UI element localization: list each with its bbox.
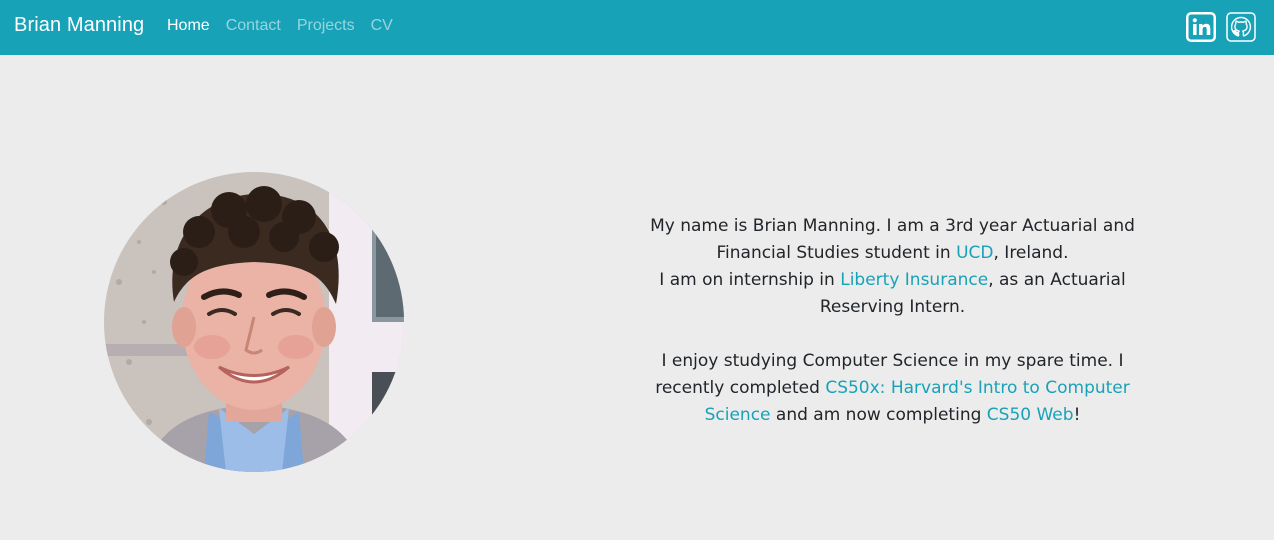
bio-text: , Ireland. <box>993 243 1069 263</box>
bio-paragraph-1: My name is Brian Manning. I am a 3rd yea… <box>630 213 1155 321</box>
bio-paragraph-2: I enjoy studying Computer Science in my … <box>630 348 1155 429</box>
cs50-web-link[interactable]: CS50 Web <box>987 405 1074 425</box>
bio-text: and am now completing <box>770 405 987 425</box>
nav-link-contact[interactable]: Contact <box>226 17 281 35</box>
linkedin-icon[interactable] <box>1186 12 1216 42</box>
nav-links: Home Contact Projects CV <box>167 17 393 35</box>
ucd-link[interactable]: UCD <box>956 243 993 263</box>
bio-text: ! <box>1073 405 1081 425</box>
profile-photo <box>104 172 404 472</box>
bio-section: My name is Brian Manning. I am a 3rd yea… <box>630 213 1155 429</box>
social-links <box>1186 12 1256 42</box>
github-icon[interactable] <box>1226 12 1256 42</box>
nav-link-projects[interactable]: Projects <box>297 17 355 35</box>
bio-text: I am on internship in <box>659 270 841 290</box>
navbar: Brian Manning Home Contact Projects CV <box>0 0 1274 55</box>
nav-link-cv[interactable]: CV <box>371 17 393 35</box>
liberty-insurance-link[interactable]: Liberty Insurance <box>840 270 988 290</box>
nav-link-home[interactable]: Home <box>167 17 210 35</box>
profile-photo-illustration <box>104 172 404 472</box>
brand-link[interactable]: Brian Manning <box>14 14 144 37</box>
main-content: My name is Brian Manning. I am a 3rd yea… <box>0 55 1274 540</box>
